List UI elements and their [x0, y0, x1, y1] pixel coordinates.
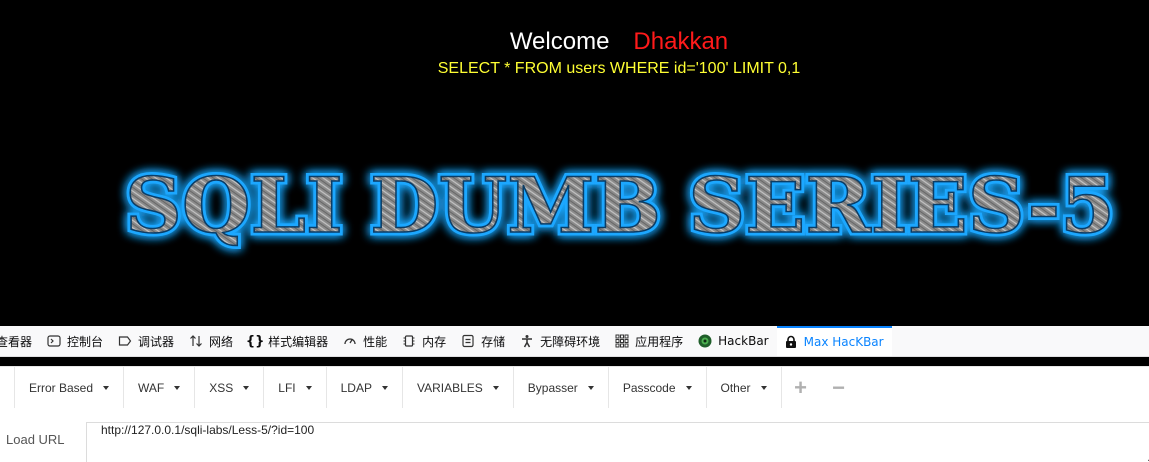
accessibility-icon [519, 333, 535, 349]
console-icon [46, 333, 62, 349]
menu-waf[interactable]: WAF [124, 367, 196, 409]
devtools-tab-bar: 查看器 控制台 调试器 网络 {} 样式编辑器 性能 内存 存储 无障碍环境 应… [0, 326, 1149, 357]
tab-label-network: 网络 [209, 334, 234, 349]
menu-other[interactable]: Other [707, 367, 782, 409]
menu-variables[interactable]: VARIABLES [403, 367, 514, 409]
caret-down-icon [492, 386, 499, 390]
tab-label-hackbar: HackBar [718, 334, 769, 348]
load-url-label: Load URL [6, 432, 65, 447]
storage-icon [460, 333, 476, 349]
menu-label-passcode: Passcode [622, 381, 676, 395]
debugger-icon [117, 333, 133, 349]
sql-query-text: SELECT * FROM users WHERE id='100' LIMIT… [437, 60, 801, 77]
tab-label-max-hackbar: Max HacKBar [803, 335, 884, 349]
tab-hackbar[interactable]: HackBar [691, 326, 776, 356]
tab-label-console: 控制台 [67, 334, 104, 349]
tab-label-application: 应用程序 [635, 334, 684, 349]
tab-label-inspector: 查看器 [0, 334, 33, 349]
url-input[interactable]: http://127.0.0.1/sqli-labs/Less-5/?id=10… [86, 422, 1149, 462]
caret-down-icon [305, 386, 312, 390]
toolbar-lead-spacer [0, 367, 15, 409]
tab-console[interactable]: 控制台 [40, 326, 111, 356]
caret-down-icon [587, 386, 594, 390]
caret-down-icon [760, 386, 767, 390]
tab-memory[interactable]: 内存 [395, 326, 454, 356]
tab-label-memory: 内存 [422, 334, 447, 349]
menu-lfi[interactable]: LFI [264, 367, 327, 409]
menu-passcode[interactable]: Passcode [609, 367, 707, 409]
username-text: Dhakkan [633, 28, 729, 55]
menu-bypasser[interactable]: Bypasser [514, 367, 609, 409]
tab-accessibility[interactable]: 无障碍环境 [513, 326, 608, 356]
menu-label-lfi: LFI [278, 381, 296, 395]
add-field-button[interactable]: + [782, 367, 820, 409]
max-hackbar-icon [783, 334, 799, 350]
hackbar-icon [697, 333, 713, 349]
caret-down-icon [685, 386, 692, 390]
remove-field-button[interactable]: − [820, 367, 858, 409]
tab-application[interactable]: 应用程序 [608, 326, 691, 356]
tab-label-style-editor: 样式编辑器 [268, 334, 329, 349]
sqli-page: Welcome Dhakkan SELECT * FROM users WHERE… [0, 0, 1149, 326]
tab-style-editor[interactable]: {} 样式编辑器 [241, 326, 336, 356]
menu-xss[interactable]: XSS [195, 367, 265, 409]
tab-debugger[interactable]: 调试器 [111, 326, 182, 356]
style-editor-icon: {} [245, 333, 265, 349]
menu-label-variables: VARIABLES [416, 381, 483, 395]
menu-label-bypasser: Bypasser [527, 381, 578, 395]
caret-down-icon [381, 386, 388, 390]
sqli-dumb-series-banner: SQLI DUMB SERIES-5 SQLI DUMB SERIES-5 [122, 158, 1119, 254]
menu-label-other: Other [720, 381, 751, 395]
caret-down-icon [243, 386, 250, 390]
tab-label-storage: 存储 [481, 334, 506, 349]
hackbar-toolbar: Error Based WAF XSS LFI LDAP VARIABLES B… [0, 366, 1149, 410]
tab-label-accessibility: 无障碍环境 [540, 334, 601, 349]
performance-icon [342, 333, 358, 349]
menu-label-waf: WAF [138, 381, 165, 395]
memory-icon [401, 333, 417, 349]
caret-down-icon [103, 386, 110, 390]
tab-storage[interactable]: 存储 [454, 326, 513, 356]
tab-max-hackbar[interactable]: Max HacKBar [776, 326, 892, 356]
tab-label-debugger: 调试器 [138, 334, 175, 349]
tab-inspector[interactable]: 查看器 [0, 326, 40, 356]
menu-error-based[interactable]: Error Based [15, 367, 125, 409]
load-url-row: Load URL http://127.0.0.1/sqli-labs/Less… [0, 408, 1149, 462]
menu-label-error-based: Error Based [29, 381, 94, 395]
tab-label-performance: 性能 [363, 334, 388, 349]
welcome-text: Welcome [509, 28, 610, 55]
banner-text: SQLI DUMB SERIES-5 [125, 161, 1115, 250]
application-icon [614, 333, 630, 349]
welcome-line: Welcome Dhakkan [0, 28, 1149, 56]
tab-network[interactable]: 网络 [182, 326, 241, 356]
menu-label-ldap: LDAP [340, 381, 372, 395]
caret-down-icon [174, 386, 181, 390]
tab-performance[interactable]: 性能 [336, 326, 395, 356]
menu-ldap[interactable]: LDAP [327, 367, 403, 409]
network-icon [188, 333, 204, 349]
menu-label-xss: XSS [209, 381, 234, 395]
